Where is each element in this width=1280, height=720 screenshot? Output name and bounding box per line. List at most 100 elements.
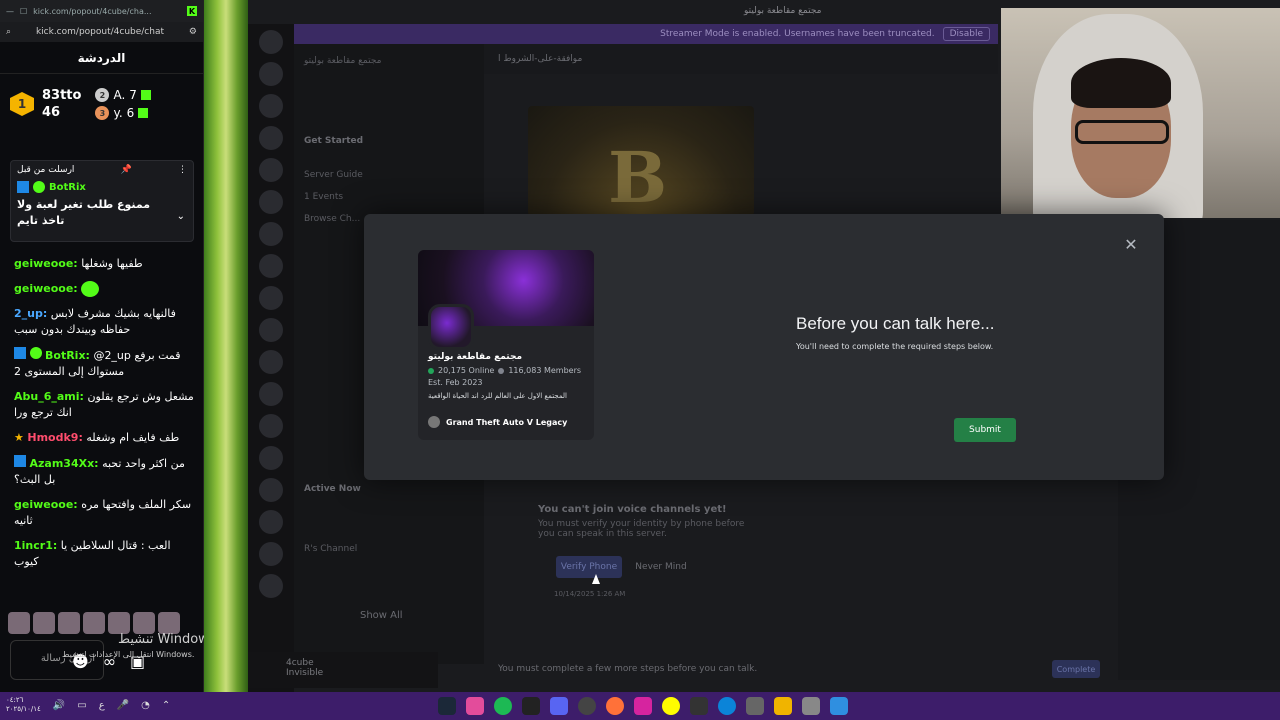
verified-badge-icon	[29, 347, 42, 359]
server-icon[interactable]	[259, 94, 283, 118]
chevron-up-icon[interactable]: ⌃	[162, 700, 170, 711]
app-icon[interactable]	[802, 697, 820, 715]
steam-icon[interactable]	[438, 697, 456, 715]
member-count: 116,083 Members	[508, 366, 582, 375]
mic-icon[interactable]: 🎤	[117, 700, 129, 711]
chat-username[interactable]: Azam34Xx:	[30, 457, 99, 470]
chat-username[interactable]: BotRix:	[45, 349, 90, 362]
get-started-header[interactable]: Get Started	[304, 136, 474, 146]
avatar[interactable]	[158, 612, 180, 634]
snapchat-icon[interactable]	[662, 697, 680, 715]
lang-indicator[interactable]: ع	[99, 700, 105, 711]
submit-button[interactable]: Submit	[954, 418, 1016, 442]
avatar[interactable]	[133, 612, 155, 634]
complete-button[interactable]: Complete	[1052, 660, 1100, 678]
pinned-text: ممنوع طلب تغير لعبة ولا تاخذ تايم	[17, 198, 151, 227]
edge-icon[interactable]	[718, 697, 736, 715]
app-icon[interactable]	[466, 697, 484, 715]
avatar[interactable]	[83, 612, 105, 634]
online-count: 20,175 Online	[438, 366, 495, 375]
folder-icon[interactable]	[774, 697, 792, 715]
avatar[interactable]	[8, 612, 30, 634]
channel-server-guide[interactable]: Server Guide	[304, 170, 474, 180]
server-icon[interactable]	[259, 30, 283, 54]
server-icon[interactable]	[259, 382, 283, 406]
server-icon[interactable]	[259, 478, 283, 502]
chat-messages: geiweooe: طفيها وشغلها geiweooe: 2_up: ف…	[14, 256, 194, 579]
kick-chat-panel: — ☐ kick.com/popout/4cube/cha... K ⌕ kic…	[0, 0, 204, 692]
server-icon[interactable]	[259, 510, 283, 534]
maximize-icon[interactable]: ☐	[20, 7, 27, 16]
chat-username[interactable]: geiweooe:	[14, 257, 78, 270]
server-icon[interactable]	[259, 62, 283, 86]
server-card-name: مجتمع مقاطعة بوليتو	[428, 352, 523, 362]
username[interactable]: 4cube	[286, 658, 400, 668]
voice-verify-card: You can't join voice channels yet! You m…	[488, 504, 788, 539]
leader-2-count: 7	[129, 88, 137, 102]
leader-1-name[interactable]: 83tto	[42, 88, 81, 103]
server-icon[interactable]	[259, 318, 283, 342]
media-icon[interactable]	[746, 697, 764, 715]
show-all-button[interactable]: Show All	[360, 610, 403, 621]
speaker-icon[interactable]: 🔊	[53, 700, 65, 711]
close-icon[interactable]: ✕	[1124, 237, 1138, 253]
pinned-label: ارسلت من قبل	[17, 165, 75, 175]
url-bar[interactable]: ⌕ kick.com/popout/4cube/chat ⚙	[0, 22, 203, 42]
app-icon[interactable]	[690, 697, 708, 715]
server-icon[interactable]	[259, 414, 283, 438]
more-options-icon[interactable]: ⋮	[178, 165, 187, 175]
pinned-user[interactable]: BotRix	[49, 182, 86, 193]
terminal-icon[interactable]	[522, 697, 540, 715]
windows-start-icon[interactable]	[830, 697, 848, 715]
verify-phone-button[interactable]: Verify Phone	[556, 556, 622, 578]
channel-header: موافقة-على-الشروط ا	[484, 44, 998, 74]
never-mind-button[interactable]: Never Mind	[628, 556, 694, 578]
chat-username[interactable]: geiweooe:	[14, 282, 78, 295]
clock-time[interactable]: ٠٤:٢٦	[6, 696, 41, 705]
chat-username[interactable]: 1incr1:	[14, 539, 57, 552]
clock-date[interactable]: ٢٠٢٥/١٠/١٤	[6, 705, 41, 714]
settings-icon[interactable]: ⚙	[189, 27, 197, 37]
server-icon[interactable]	[259, 446, 283, 470]
server-icon[interactable]	[259, 350, 283, 374]
members-dot-icon	[498, 367, 505, 374]
server-icon[interactable]	[259, 222, 283, 246]
chat-message: Abu_6_ami: مشعل وش ترجع يقلون انك ترجع و…	[14, 389, 194, 421]
discord-icon[interactable]	[550, 697, 568, 715]
chat-username[interactable]: geiweooe:	[14, 498, 78, 511]
spotify-icon[interactable]	[494, 697, 512, 715]
avatar[interactable]	[33, 612, 55, 634]
active-now-header: Active Now	[304, 484, 361, 494]
server-name[interactable]: مجتمع مقاطعة بوليتو	[304, 56, 474, 66]
chat-message: ★ Hmodk9: طف فايف ام وشغله	[14, 430, 194, 446]
server-icon[interactable]	[259, 190, 283, 214]
emote-icon	[81, 281, 100, 297]
chat-username[interactable]: Abu_6_ami:	[14, 390, 84, 403]
display-icon[interactable]: ▭	[77, 700, 86, 711]
chevron-down-icon[interactable]: ⌄	[177, 211, 185, 222]
server-icon[interactable]	[259, 254, 283, 278]
disable-streamer-button[interactable]: Disable	[942, 27, 990, 41]
server-icon[interactable]	[259, 158, 283, 182]
pin-icon[interactable]: 📌	[121, 165, 132, 175]
chat-username[interactable]: 2_up:	[14, 307, 47, 320]
server-icon[interactable]	[259, 574, 283, 598]
instagram-icon[interactable]	[634, 697, 652, 715]
firefox-icon[interactable]	[606, 697, 624, 715]
server-icon[interactable]	[259, 542, 283, 566]
server-icon[interactable]	[259, 286, 283, 310]
obs-icon[interactable]	[578, 697, 596, 715]
server-icon[interactable]	[259, 126, 283, 150]
leader-2-name[interactable]: A.	[113, 88, 125, 102]
avatar[interactable]	[108, 612, 130, 634]
network-icon[interactable]: ◔	[141, 700, 150, 711]
avatar[interactable]	[58, 612, 80, 634]
channel-events[interactable]: 1 Events	[304, 192, 474, 202]
viewer-avatars	[8, 612, 180, 634]
system-tray: ٠٤:٢٦ ٢٠٢٥/١٠/١٤ 🔊 ▭ ع 🎤 ◔ ⌃	[6, 696, 170, 714]
leader-3-name[interactable]: y.	[113, 106, 122, 120]
rank-2-badge: 2	[95, 88, 110, 102]
chat-username[interactable]: Hmodk9:	[27, 431, 82, 444]
rs-channel[interactable]: R's Channel	[304, 544, 474, 554]
minimize-icon[interactable]: —	[6, 7, 14, 16]
